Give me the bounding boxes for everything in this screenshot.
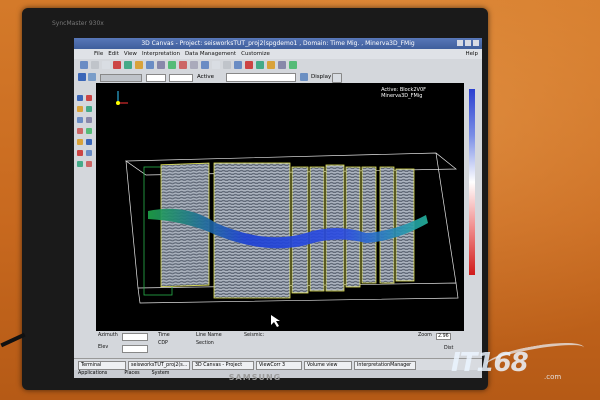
status-bar: Azimuth Elev Time CDP Line Name Section … <box>96 331 464 358</box>
value-field-2[interactable] <box>169 74 193 82</box>
taskbar-button[interactable]: InterpretationManager <box>354 361 416 370</box>
menu-item-customize[interactable]: Customize <box>241 51 270 57</box>
palette-tool-icon[interactable] <box>86 128 92 134</box>
window-controls <box>457 40 479 46</box>
toolbar-tool-icon[interactable] <box>278 61 286 69</box>
menu-help[interactable]: Help <box>465 49 478 59</box>
toolbar-tool-icon[interactable] <box>267 61 275 69</box>
3d-seismic-viewport[interactable]: Active: Block2V0F Minerva3D_FMig <box>96 83 464 331</box>
taskbar-button[interactable]: 3D Canvas - Project <box>192 361 254 370</box>
taskbar-button[interactable]: Terminal <box>78 361 126 370</box>
axis-gizmo-icon <box>116 91 128 105</box>
menu-items: File Edit View Interpretation Data Managemen… <box>74 49 482 59</box>
seismic-label: Seismic: <box>244 333 265 338</box>
seismic-scene <box>116 91 459 327</box>
taskbar-button[interactable]: Volume view <box>304 361 352 370</box>
colorbar-panel <box>464 83 482 358</box>
toolbar-tool-icon[interactable] <box>289 61 297 69</box>
section-label: Section <box>196 341 214 346</box>
seismic-panels <box>160 162 415 299</box>
azimuth-field[interactable] <box>122 333 148 341</box>
palette-tool-icon[interactable] <box>77 117 83 123</box>
toolbar-tool-icon[interactable] <box>212 61 220 69</box>
watermark-text: IT168 <box>451 348 529 378</box>
palette-tool-icon[interactable] <box>86 95 92 101</box>
site-watermark: IT168 .com <box>445 337 587 386</box>
left-tool-palette <box>74 83 96 358</box>
palette-tool-icon[interactable] <box>77 161 83 167</box>
monitor-model-label: SyncMaster 930x <box>52 20 104 27</box>
toolbar-tool-icon[interactable] <box>91 61 99 69</box>
toolbar-tool-icon[interactable] <box>234 61 242 69</box>
toolbar-tool-icon[interactable] <box>146 61 154 69</box>
slider-control[interactable] <box>100 74 142 82</box>
toolbar-tool-icon[interactable] <box>201 61 209 69</box>
taskbar-button[interactable]: ViewCorr 3 <box>256 361 302 370</box>
pointer-icon[interactable] <box>332 73 342 83</box>
time-label: Time <box>158 333 170 338</box>
window-titlebar: 3D Canvas - Project: seisworksTUT_proj2(… <box>74 38 482 49</box>
toolbar-tool-icon[interactable] <box>168 61 176 69</box>
active-label: Active <box>197 74 215 80</box>
toolbar-tool-icon[interactable] <box>245 61 253 69</box>
palette-tool-icon[interactable] <box>77 106 83 112</box>
palette-tool-icon[interactable] <box>86 150 92 156</box>
menu-bar: File Edit View Interpretation Data Managemen… <box>74 49 482 59</box>
palette-tool-icon[interactable] <box>77 139 83 145</box>
mouse-cursor-icon <box>271 315 280 327</box>
toolbar-tool-icon[interactable] <box>256 61 264 69</box>
active-volume-name: Minerva3D_FMig <box>381 93 423 99</box>
azimuth-label: Azimuth <box>98 333 118 338</box>
menu-item-data-management[interactable]: Data Management <box>185 51 236 57</box>
amplitude-colorbar <box>469 89 475 275</box>
line-name-label: Line Name <box>196 333 222 338</box>
palette-tool-icon[interactable] <box>77 95 83 101</box>
toolbar-tool-icon[interactable] <box>157 61 165 69</box>
close-button[interactable] <box>473 40 479 46</box>
watermark-domain: .com <box>544 373 562 381</box>
toolbar-tool-icon[interactable] <box>179 61 187 69</box>
maximize-button[interactable] <box>465 40 471 46</box>
toolbar-tool-icon[interactable] <box>190 61 198 69</box>
view-icon[interactable] <box>88 73 96 81</box>
palette-tool-icon[interactable] <box>86 106 92 112</box>
taskbar-button[interactable]: seisworksTUT_proj2(s... <box>128 361 190 370</box>
samsung-logo: SAMSUNG <box>228 373 282 382</box>
active-volume-info: Active: Block2V0F Minerva3D_FMig <box>381 87 426 99</box>
cdp-label: CDP <box>158 341 168 346</box>
menu-item-view[interactable]: View <box>124 51 137 57</box>
toolbar-tool-icon[interactable] <box>223 61 231 69</box>
display-label: Display <box>311 74 332 80</box>
menu-item-interpretation[interactable]: Interpretation <box>142 51 180 57</box>
palette-tool-icon[interactable] <box>77 150 83 156</box>
menu-item-file[interactable]: File <box>94 51 103 57</box>
window-title: 3D Canvas - Project: seisworksTUT_proj2(… <box>141 40 415 47</box>
menu-item-edit[interactable]: Edit <box>108 51 119 57</box>
display-icon[interactable] <box>300 73 308 81</box>
lcd-monitor: SyncMaster 930x 3D Canvas - Project: sei… <box>22 8 488 390</box>
palette-tool-icon[interactable] <box>86 161 92 167</box>
screen: 3D Canvas - Project: seisworksTUT_proj2(… <box>74 38 482 378</box>
toolbar-tool-icon[interactable] <box>80 61 88 69</box>
minimize-button[interactable] <box>457 40 463 46</box>
palette-tool-icon[interactable] <box>86 139 92 145</box>
toolbar-tool-icon[interactable] <box>113 61 121 69</box>
palette-tool-icon[interactable] <box>86 117 92 123</box>
active-selector[interactable] <box>226 73 296 82</box>
elev-field[interactable] <box>122 345 148 353</box>
value-field[interactable] <box>146 74 166 82</box>
toolbar-tool-icon[interactable] <box>124 61 132 69</box>
home-icon[interactable] <box>78 73 86 81</box>
zoom-label: Zoom <box>418 333 432 338</box>
toolbar-tool-icon[interactable] <box>102 61 110 69</box>
toolbar-tool-icon[interactable] <box>135 61 143 69</box>
zoom-value[interactable]: 2.96 <box>436 333 451 340</box>
elev-label: Elev <box>98 345 109 350</box>
palette-tool-icon[interactable] <box>77 128 83 134</box>
